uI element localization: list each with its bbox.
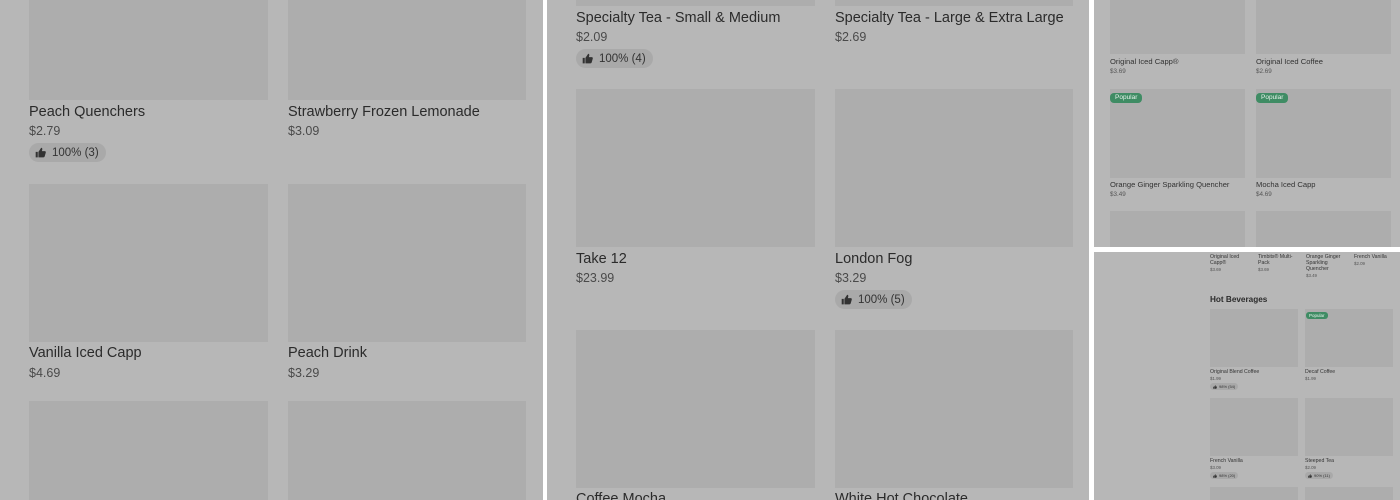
item-image[interactable] <box>29 401 268 500</box>
item-price: $3.69 <box>1110 68 1126 75</box>
item-name[interactable]: Decaf Coffee <box>1305 369 1335 375</box>
item-image[interactable] <box>1256 0 1391 54</box>
item-price: $2.09 <box>1305 465 1316 470</box>
item-name[interactable]: Mocha Iced Capp <box>1256 180 1316 189</box>
item-name[interactable]: Specialty Tea - Large & Extra Large <box>835 10 1064 26</box>
thumbs-up-icon <box>35 147 46 158</box>
item-name[interactable]: Orange Ginger Sparkling Quencher <box>1110 180 1229 189</box>
item-name[interactable]: Timbits® Multi-Pack <box>1258 254 1296 266</box>
rating-badge: 100% (4) <box>576 49 653 68</box>
rating-text: 98% (54) <box>1219 384 1236 389</box>
item-name[interactable]: Steeped Tea <box>1305 458 1334 464</box>
rating-badge: 98% (20) <box>1210 472 1239 479</box>
item-price: $1.99 <box>1305 376 1316 381</box>
item-image[interactable] <box>1110 0 1245 54</box>
item-price: $3.69 <box>1210 267 1221 272</box>
item-image[interactable] <box>576 0 815 6</box>
thumbs-up-icon <box>1213 384 1217 389</box>
item-image[interactable] <box>576 330 815 488</box>
rating-badge: 90% (11) <box>1305 472 1333 479</box>
item-price: $4.69 <box>1256 191 1272 198</box>
item-name[interactable]: Original Iced Capp® <box>1110 57 1179 66</box>
item-price: $3.49 <box>1110 191 1126 198</box>
item-price: $3.29 <box>288 366 320 380</box>
item-price: $1.99 <box>1210 376 1221 381</box>
item-name[interactable]: Vanilla Iced Capp <box>29 345 142 361</box>
item-price: $2.79 <box>29 124 61 138</box>
thumbs-up-icon <box>1213 473 1217 478</box>
item-price: $2.69 <box>1256 68 1272 75</box>
item-price: $2.09 <box>576 30 608 44</box>
section-title: Hot Beverages <box>1210 295 1268 304</box>
item-image[interactable] <box>835 0 1073 6</box>
item-name[interactable]: French Vanilla <box>1354 254 1392 260</box>
item-image[interactable] <box>1305 398 1393 456</box>
item-price: $3.09 <box>288 124 320 138</box>
thumbs-up-icon <box>1308 473 1312 478</box>
item-name[interactable]: Peach Drink <box>288 345 367 361</box>
thumbs-up-icon <box>582 53 593 64</box>
item-name[interactable]: Original Blend Coffee <box>1210 369 1259 375</box>
popular-badge: Popular <box>1110 93 1143 103</box>
item-name[interactable]: Original Iced Capp® <box>1210 254 1248 266</box>
item-price: $3.09 <box>1210 465 1221 470</box>
item-image[interactable] <box>1210 487 1298 500</box>
item-name[interactable]: London Fog <box>835 251 912 267</box>
thumbs-up-icon <box>841 294 852 305</box>
item-image[interactable] <box>29 0 268 100</box>
rating-text: 100% (4) <box>599 52 646 65</box>
item-price: $23.99 <box>576 271 615 285</box>
rating-badge: 98% (54) <box>1210 383 1239 390</box>
popular-badge: Popular <box>1306 312 1328 319</box>
item-price: $2.09 <box>1354 261 1365 266</box>
menu-panel-4: Original Iced Capp® $3.69 Timbits® Multi… <box>1094 252 1400 500</box>
item-name[interactable]: French Vanilla <box>1210 458 1243 464</box>
item-price: $3.29 <box>835 271 867 285</box>
item-image[interactable] <box>1305 487 1393 500</box>
item-image[interactable] <box>1210 309 1298 367</box>
rating-text: 90% (11) <box>1314 473 1330 478</box>
item-name[interactable]: Strawberry Frozen Lemonade <box>288 104 480 120</box>
item-name[interactable]: Take 12 <box>576 251 627 267</box>
item-image[interactable] <box>288 0 526 100</box>
item-image[interactable] <box>576 89 815 247</box>
rating-badge: 100% (3) <box>29 143 106 162</box>
item-name[interactable]: Coffee Mocha <box>576 491 666 500</box>
item-image[interactable] <box>1210 398 1298 456</box>
item-name[interactable]: Peach Quenchers <box>29 104 145 120</box>
item-image[interactable] <box>29 184 268 342</box>
item-image[interactable] <box>288 184 526 342</box>
menu-panel-2: Specialty Tea - Small & Medium $2.09 100… <box>547 0 1089 500</box>
menu-panel-1: Peach Quenchers $2.79 100% (3) Strawberr… <box>0 0 543 500</box>
rating-badge: 100% (5) <box>835 290 912 309</box>
item-name[interactable]: White Hot Chocolate <box>835 491 968 500</box>
item-price: $2.69 <box>835 30 867 44</box>
item-image[interactable] <box>1110 211 1245 247</box>
rating-text: 100% (3) <box>52 146 99 159</box>
menu-panel-3: Original Iced Capp® $3.69 Original Iced … <box>1094 0 1400 247</box>
item-image[interactable] <box>835 89 1073 247</box>
rating-text: 98% (20) <box>1219 473 1236 478</box>
item-name[interactable]: Specialty Tea - Small & Medium <box>576 10 780 26</box>
item-image[interactable] <box>288 401 526 500</box>
item-price: $4.69 <box>29 366 61 380</box>
item-name[interactable]: Original Iced Coffee <box>1256 57 1323 66</box>
rating-text: 100% (5) <box>858 293 905 306</box>
item-price: $3.49 <box>1306 273 1317 278</box>
item-price: $3.69 <box>1258 267 1269 272</box>
item-image[interactable] <box>1256 211 1391 247</box>
item-image[interactable] <box>835 330 1073 488</box>
popular-badge: Popular <box>1256 93 1289 103</box>
item-name[interactable]: Orange Ginger Sparkling Quencher <box>1306 254 1344 272</box>
